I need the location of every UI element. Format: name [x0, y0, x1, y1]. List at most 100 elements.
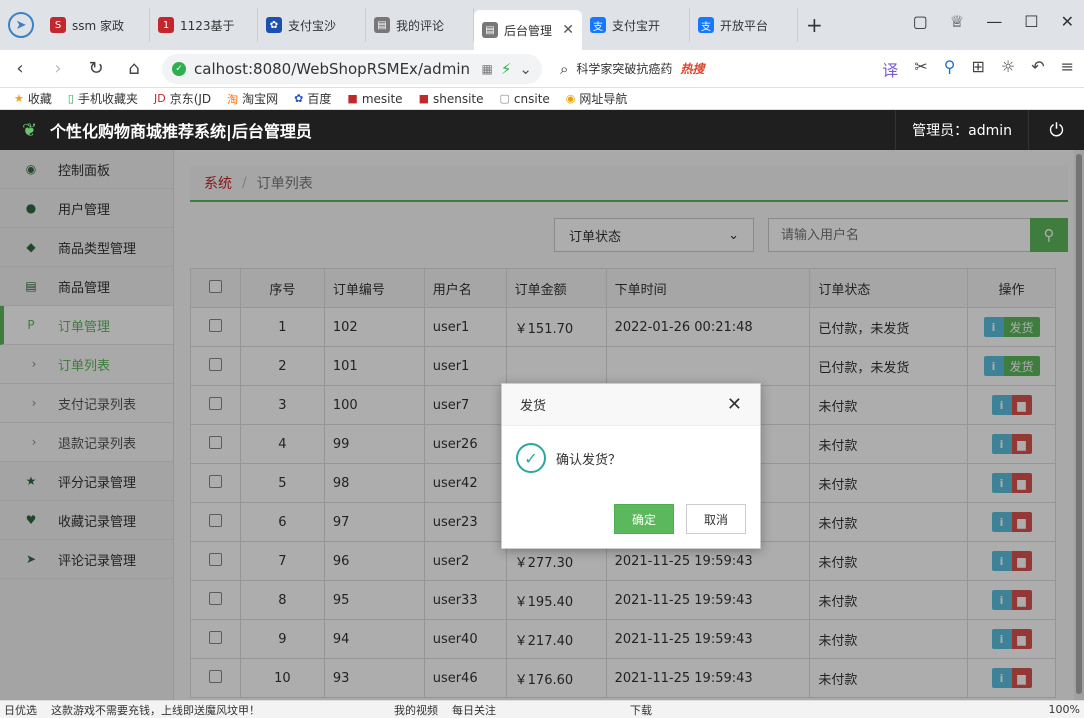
magnifier-icon[interactable]: ⚲ [944, 57, 956, 81]
bookmark-item[interactable]: ◉网址导航 [566, 90, 628, 107]
folder-icon: ■ [347, 92, 357, 105]
browser-tab[interactable]: ▤ 后台管理✕ [474, 10, 582, 50]
bookmark-item[interactable]: ▯ 手机收藏夹 [68, 90, 138, 107]
jd-icon: JD [154, 92, 166, 105]
browser-tab[interactable]: ✿ 支付宝沙 [258, 8, 366, 42]
dialog-footer: 确定 取消 [502, 490, 760, 534]
baidu-icon: ✿ [294, 92, 303, 105]
reload-icon[interactable]: ↻ [86, 58, 106, 79]
bookmark-label: mesite [362, 92, 403, 106]
new-tab-button[interactable]: + [806, 13, 823, 37]
folder-icon: ■ [419, 92, 429, 105]
tab-label: 支付宝沙 [288, 17, 357, 34]
shirt-icon[interactable]: ♕ [950, 12, 964, 31]
logout-power-icon[interactable]: ⏻ [1028, 110, 1084, 150]
app-header: ❦ 个性化购物商城推荐系统|后台管理员 管理员：admin ⏻ [0, 110, 1084, 150]
close-icon[interactable]: ✕ [727, 394, 742, 415]
chevron-down-icon[interactable]: ⌄ [519, 60, 532, 78]
status-zoom[interactable]: 100% [1049, 703, 1080, 716]
app-body: ◉控制面板●用户管理◆商品类型管理▤商品管理P订单管理›订单列表›支付记录列表›… [0, 150, 1084, 718]
minimize-icon[interactable]: — [986, 12, 1002, 31]
browser-status-bar: 日优选 这款游戏不需要充钱，上线即送魔风坟甲！ 我的视频 每日关注 下载 100… [0, 700, 1084, 718]
maximize-icon[interactable]: ☐ [1024, 12, 1038, 31]
status-left[interactable]: 日优选 [4, 702, 37, 718]
browser-tab[interactable]: 1 1123基于 [150, 8, 258, 42]
forward-icon[interactable]: › [48, 58, 68, 79]
dialog-title: 发货 [520, 395, 546, 414]
browser-tab-bar: ➤ Sssm 家政11123基于✿支付宝沙▤我的评论▤后台管理✕支支付宝开支开放… [0, 0, 1084, 50]
undo-icon[interactable]: ↶ [1031, 57, 1044, 81]
brightness-icon[interactable]: ☼ [1001, 57, 1015, 81]
tab-count-icon[interactable]: ▢ [913, 12, 928, 31]
bolt-icon[interactable]: ⚡ [501, 60, 512, 78]
page-icon: ▢ [500, 92, 510, 105]
tab-favicon-icon: ▤ [482, 22, 498, 38]
browser-tab[interactable]: 支开放平台 [690, 8, 798, 42]
taobao-icon: 淘 [227, 91, 238, 107]
shield-icon: ✓ [172, 62, 186, 76]
tab-label: ssm 家政 [72, 17, 141, 34]
tab-favicon-icon: 1 [158, 17, 174, 33]
bookmark-item[interactable]: ★ 收藏 [14, 90, 52, 107]
url-text: calhost:8080/WebShopRSMEx/admin [194, 60, 470, 78]
bookmark-label: 京东(JD [170, 90, 211, 107]
tab-favicon-icon: ▤ [374, 17, 390, 33]
tab-label: 我的评论 [396, 17, 465, 34]
dialog-body: ✓ 确认发货？ [502, 426, 760, 490]
window-controls: ▢ ♕ — ☐ ✕ [913, 12, 1074, 31]
search-icon: ⌕ [560, 60, 568, 78]
bookmark-item[interactable]: ✿ 百度 [294, 90, 331, 107]
tab-label: 后台管理 [504, 22, 558, 39]
globe-icon: ◉ [566, 92, 576, 105]
close-window-icon[interactable]: ✕ [1061, 12, 1074, 31]
dialog-header: 发货 ✕ [502, 384, 760, 426]
bookmark-label: 网址导航 [579, 90, 627, 107]
browser-tab[interactable]: Sssm 家政 [42, 8, 150, 42]
tab-favicon-icon: 支 [590, 17, 606, 33]
tab-label: 开放平台 [720, 17, 789, 34]
status-news[interactable]: 这款游戏不需要充钱，上线即送魔风坟甲！ [51, 702, 260, 718]
home-icon[interactable]: ⌂ [124, 58, 144, 79]
scissors-icon[interactable]: ✂ [914, 57, 927, 81]
apps-icon[interactable]: ⊞ [971, 57, 984, 81]
search-suggestion: 科学家突破抗癌药 [576, 60, 672, 77]
star-icon: ★ [14, 92, 24, 105]
url-field[interactable]: ✓ calhost:8080/WebShopRSMEx/admin ▦ ⚡ ⌄ [162, 54, 542, 84]
browser-logo-icon[interactable]: ➤ [8, 12, 34, 38]
status-download[interactable]: 下载 [630, 702, 652, 718]
browser-search[interactable]: ⌕ 科学家突破抗癌药 热搜 [560, 54, 770, 84]
tab-favicon-icon: ✿ [266, 17, 282, 33]
bookmark-item[interactable]: ▢ cnsite [500, 92, 550, 106]
app-title: 个性化购物商城推荐系统|后台管理员 [50, 118, 312, 142]
bookmark-label: cnsite [514, 92, 550, 106]
tab-close-icon[interactable]: ✕ [562, 22, 574, 38]
check-circle-icon: ✓ [516, 443, 546, 473]
leaf-logo-icon: ❦ [22, 120, 42, 140]
status-video[interactable]: 我的视频 [394, 702, 438, 718]
browser-tab[interactable]: ▤ 我的评论 [366, 8, 474, 42]
bookmark-label: shensite [433, 92, 484, 106]
tab-label: 1123基于 [180, 17, 249, 34]
bookmark-item[interactable]: JD 京东(JD [154, 90, 211, 107]
status-follow[interactable]: 每日关注 [452, 702, 496, 718]
tab-label: 支付宝开 [612, 17, 681, 34]
bookmark-item[interactable]: ■ mesite [347, 92, 402, 106]
confirm-button[interactable]: 确定 [614, 504, 674, 534]
browser-tab[interactable]: 支支付宝开 [582, 8, 690, 42]
menu-icon[interactable]: ≡ [1061, 57, 1074, 81]
cancel-button[interactable]: 取消 [686, 504, 746, 534]
hot-search-badge: 热搜 [680, 60, 704, 77]
bookmark-label: 手机收藏夹 [78, 90, 138, 107]
phone-icon: ▯ [68, 92, 74, 105]
tab-favicon-icon: S [50, 17, 66, 33]
bookmark-item[interactable]: 淘淘宝网 [227, 90, 278, 107]
bookmark-item[interactable]: ■ shensite [419, 92, 484, 106]
bookmark-label: 百度 [307, 90, 331, 107]
bookmark-label: 收藏 [28, 90, 52, 107]
admin-user-label[interactable]: 管理员：admin [895, 110, 1028, 150]
translate-icon[interactable]: 译 [882, 57, 898, 81]
browser-toolbar: 译 ✂ ⚲ ⊞ ☼ ↶ ≡ [882, 57, 1074, 81]
address-bar: ‹ › ↻ ⌂ ✓ calhost:8080/WebShopRSMEx/admi… [0, 50, 1084, 88]
back-icon[interactable]: ‹ [10, 58, 30, 79]
qr-icon[interactable]: ▦ [482, 62, 493, 76]
